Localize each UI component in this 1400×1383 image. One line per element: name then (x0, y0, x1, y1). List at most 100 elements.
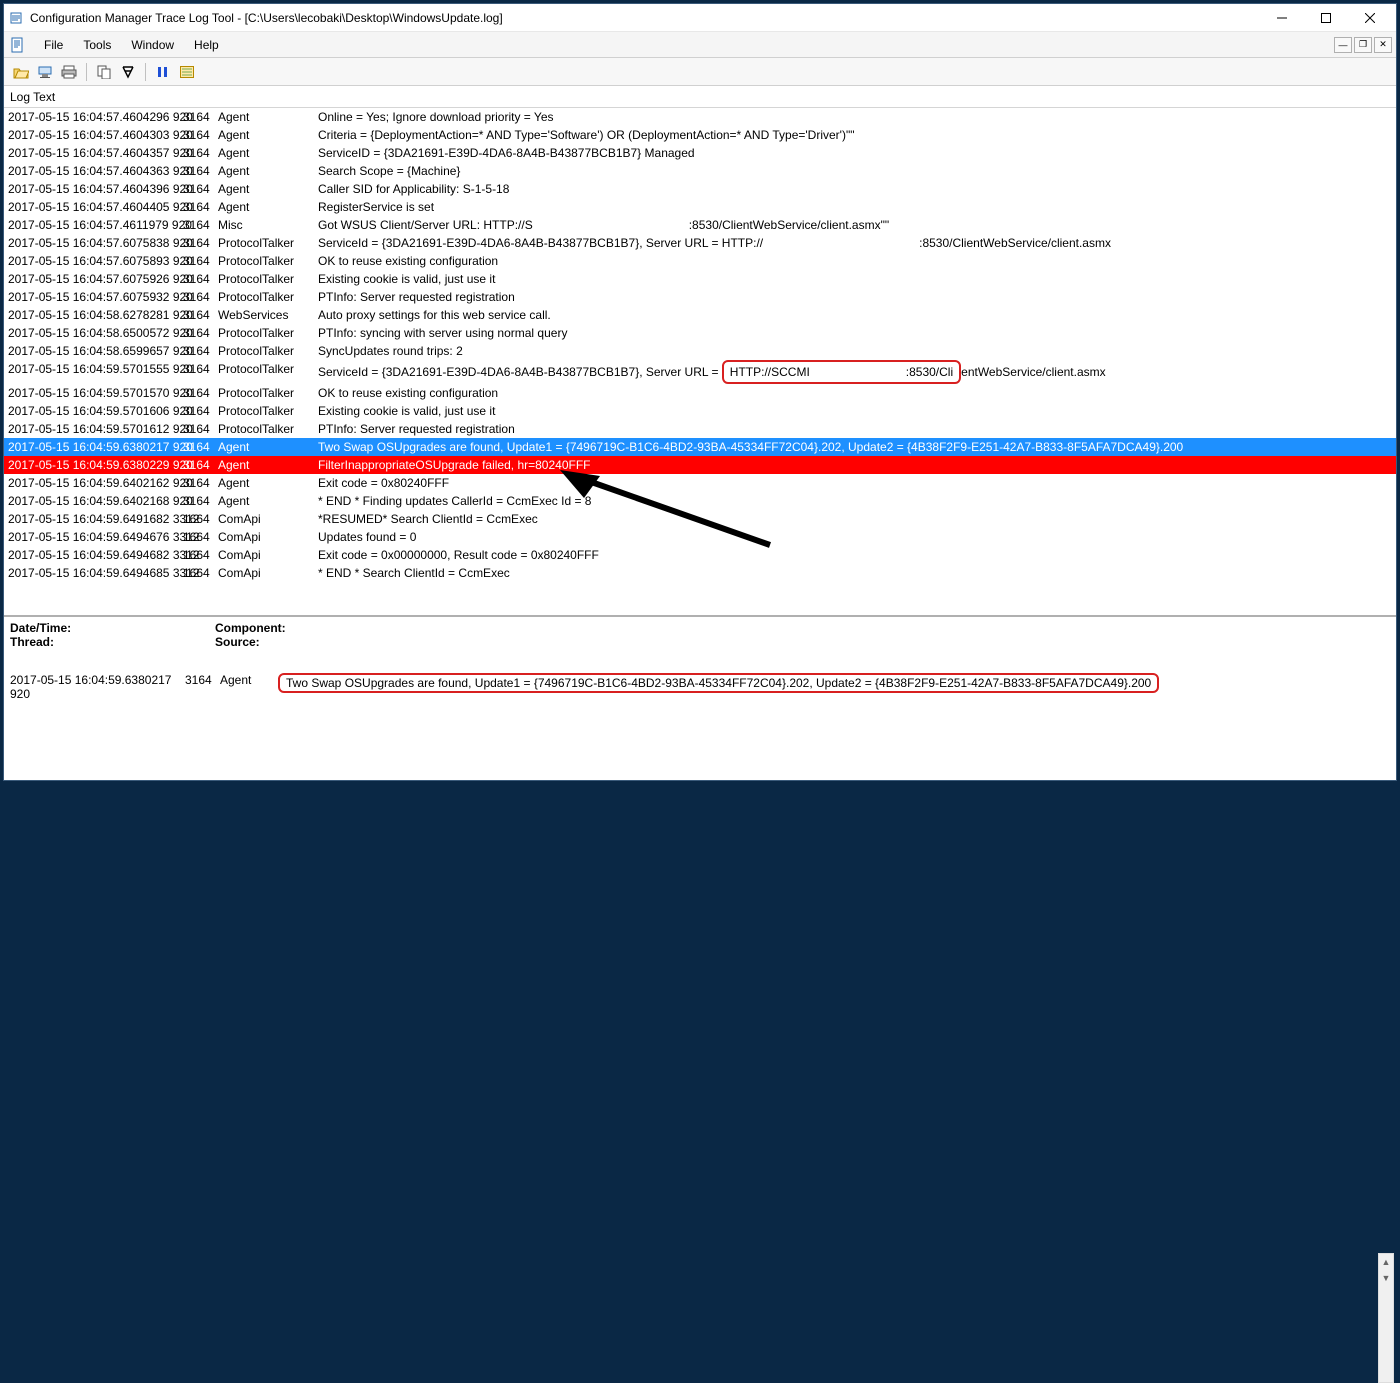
cell-message: Search Scope = {Machine} (306, 162, 1392, 180)
detail-highlight: Two Swap OSUpgrades are found, Update1 =… (278, 673, 1159, 693)
log-row[interactable]: 2017-05-15 16:04:58.6500572 9203164Proto… (4, 324, 1396, 342)
cell-pid: 3164 (183, 384, 218, 402)
cell-timestamp: 2017-05-15 16:04:59.6494682 3312 (8, 546, 183, 564)
label-thread: Thread: (10, 635, 54, 649)
copy-button[interactable] (93, 61, 115, 83)
scroll-up-icon[interactable]: ▲ (1379, 1254, 1393, 1270)
cell-pid: 3164 (183, 306, 218, 324)
document-icon (8, 36, 26, 54)
log-row[interactable]: 2017-05-15 16:04:59.6402168 9203164Agent… (4, 492, 1396, 510)
log-row[interactable]: 2017-05-15 16:04:59.6494676 33121664ComA… (4, 528, 1396, 546)
cell-timestamp: 2017-05-15 16:04:57.4604357 920 (8, 144, 183, 162)
cell-timestamp: 2017-05-15 16:04:59.6491682 3312 (8, 510, 183, 528)
maximize-button[interactable] (1304, 4, 1348, 32)
cell-component: Agent (218, 492, 306, 510)
cell-message: ServiceId = {3DA21691-E39D-4DA6-8A4B-B43… (306, 360, 1392, 384)
log-area[interactable]: 2017-05-15 16:04:57.4604296 9203164Agent… (4, 108, 1396, 615)
pause-button[interactable] (152, 61, 174, 83)
mdi-minimize[interactable]: — (1334, 37, 1352, 53)
label-component: Component: (215, 621, 286, 635)
log-row[interactable]: 2017-05-15 16:04:57.4604357 9203164Agent… (4, 144, 1396, 162)
menu-tools[interactable]: Tools (73, 35, 121, 55)
cell-pid: 3164 (183, 402, 218, 420)
log-row[interactable]: 2017-05-15 16:04:59.5701570 9203164Proto… (4, 384, 1396, 402)
cell-component: ComApi (218, 564, 306, 582)
cell-component: ProtocolTalker (218, 252, 306, 270)
menu-help[interactable]: Help (184, 35, 229, 55)
cell-component: Agent (218, 474, 306, 492)
menu-file[interactable]: File (34, 35, 73, 55)
log-row[interactable]: 2017-05-15 16:04:57.6075926 9203164Proto… (4, 270, 1396, 288)
cell-pid: 1664 (183, 528, 218, 546)
cell-message: Two Swap OSUpgrades are found, Update1 =… (306, 438, 1392, 456)
cell-component: ComApi (218, 528, 306, 546)
label-datetime: Date/Time: (10, 621, 71, 635)
cell-component: Agent (218, 162, 306, 180)
cell-message: Auto proxy settings for this web service… (306, 306, 1392, 324)
log-row[interactable]: 2017-05-15 16:04:57.4604405 9203164Agent… (4, 198, 1396, 216)
log-row[interactable]: 2017-05-15 16:04:58.6599657 9203164Proto… (4, 342, 1396, 360)
detail-pid: 3164 (185, 673, 220, 701)
toolbar (4, 58, 1396, 86)
cell-timestamp: 2017-05-15 16:04:57.4604303 920 (8, 126, 183, 144)
cell-pid: 3164 (183, 162, 218, 180)
cell-pid: 1664 (183, 564, 218, 582)
print-button[interactable] (58, 61, 80, 83)
cell-pid: 3164 (183, 126, 218, 144)
grid-header[interactable]: Log Text (4, 86, 1396, 108)
log-row[interactable]: 2017-05-15 16:04:57.4604396 9203164Agent… (4, 180, 1396, 198)
cell-timestamp: 2017-05-15 16:04:59.6402168 920 (8, 492, 183, 510)
open-button[interactable] (10, 61, 32, 83)
cell-component: Agent (218, 198, 306, 216)
cell-pid: 3164 (183, 420, 218, 438)
minimize-button[interactable] (1260, 4, 1304, 32)
log-row[interactable]: 2017-05-15 16:04:59.6494682 33121664ComA… (4, 546, 1396, 564)
log-row[interactable]: 2017-05-15 16:04:59.6402162 9203164Agent… (4, 474, 1396, 492)
log-row[interactable]: 2017-05-15 16:04:59.5701612 9203164Proto… (4, 420, 1396, 438)
highlight-button[interactable] (176, 61, 198, 83)
log-row[interactable]: 2017-05-15 16:04:59.6380217 9203164Agent… (4, 438, 1396, 456)
cell-timestamp: 2017-05-15 16:04:59.5701555 920 (8, 360, 183, 384)
open-server-button[interactable] (34, 61, 56, 83)
log-row[interactable]: 2017-05-15 16:04:59.6380229 9203164Agent… (4, 456, 1396, 474)
log-row[interactable]: 2017-05-15 16:04:59.6494685 33121664ComA… (4, 564, 1396, 582)
menu-window[interactable]: Window (121, 35, 184, 55)
log-row[interactable]: 2017-05-15 16:04:57.4604296 9203164Agent… (4, 108, 1396, 126)
cell-timestamp: 2017-05-15 16:04:58.6599657 920 (8, 342, 183, 360)
cell-message: Existing cookie is valid, just use it (306, 402, 1392, 420)
cell-component: ProtocolTalker (218, 234, 306, 252)
cell-message: Criteria = {DeploymentAction=* AND Type=… (306, 126, 1392, 144)
cell-pid: 3164 (183, 180, 218, 198)
cell-component: ComApi (218, 546, 306, 564)
mdi-close[interactable]: ✕ (1374, 37, 1392, 53)
cell-component: ProtocolTalker (218, 360, 306, 384)
cell-component: Agent (218, 456, 306, 474)
titlebar[interactable]: Configuration Manager Trace Log Tool - [… (4, 4, 1396, 32)
toolbar-separator (145, 63, 146, 81)
detail-message: Two Swap OSUpgrades are found, Update1 =… (266, 673, 1390, 701)
cell-message: Online = Yes; Ignore download priority =… (306, 108, 1392, 126)
log-row[interactable]: 2017-05-15 16:04:58.6278281 9203164WebSe… (4, 306, 1396, 324)
cell-message: Exit code = 0x00000000, Result code = 0x… (306, 546, 1392, 564)
close-button[interactable] (1348, 4, 1392, 32)
log-row[interactable]: 2017-05-15 16:04:57.6075932 9203164Proto… (4, 288, 1396, 306)
cell-message: PTInfo: Server requested registration (306, 288, 1392, 306)
log-row[interactable]: 2017-05-15 16:04:59.5701555 9203164Proto… (4, 360, 1396, 384)
cell-message: Got WSUS Client/Server URL: HTTP://S :85… (306, 216, 1392, 234)
cell-message: ServiceID = {3DA21691-E39D-4DA6-8A4B-B43… (306, 144, 1392, 162)
cell-pid: 3164 (183, 252, 218, 270)
detail-scrollbar[interactable]: ▲ ▼ (1378, 1253, 1394, 1383)
log-row[interactable]: 2017-05-15 16:04:57.4604303 9203164Agent… (4, 126, 1396, 144)
log-row[interactable]: 2017-05-15 16:04:59.6491682 33121664ComA… (4, 510, 1396, 528)
mdi-restore[interactable]: ❐ (1354, 37, 1372, 53)
cell-timestamp: 2017-05-15 16:04:57.4604296 920 (8, 108, 183, 126)
log-row[interactable]: 2017-05-15 16:04:57.6075893 9203164Proto… (4, 252, 1396, 270)
log-row[interactable]: 2017-05-15 16:04:57.4604363 9203164Agent… (4, 162, 1396, 180)
cell-message: * END * Finding updates CallerId = CcmEx… (306, 492, 1392, 510)
log-row[interactable]: 2017-05-15 16:04:57.6075838 9203164Proto… (4, 234, 1396, 252)
find-button[interactable] (117, 61, 139, 83)
log-row[interactable]: 2017-05-15 16:04:57.4611979 9203164MiscG… (4, 216, 1396, 234)
log-row[interactable]: 2017-05-15 16:04:59.5701606 9203164Proto… (4, 402, 1396, 420)
scroll-down-icon[interactable]: ▼ (1379, 1270, 1393, 1286)
window-title: Configuration Manager Trace Log Tool - [… (30, 11, 1260, 25)
